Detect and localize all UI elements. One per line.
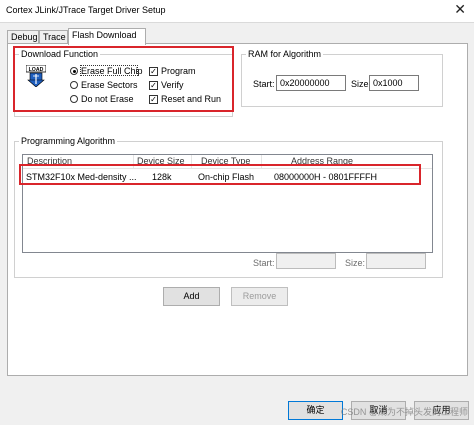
tab-trace[interactable]: Trace [39, 30, 68, 44]
tab-label: Flash Download [72, 30, 137, 40]
ram-start-input[interactable]: 0x20000000 [276, 75, 346, 91]
watermark: CSDN @成为不掉头发的工程师 [340, 407, 468, 417]
window-title: Cortex JLink/JTrace Target Driver Setup [6, 5, 166, 15]
flash-download-page: Download Function LOAD Erase Full Chip E… [7, 43, 468, 376]
algo-start-input[interactable] [276, 253, 336, 269]
algo-size-input[interactable] [366, 253, 426, 269]
tab-debug[interactable]: Debug [7, 30, 39, 44]
remove-button[interactable]: Remove [231, 287, 288, 306]
tab-flash-download[interactable]: Flash Download [68, 28, 146, 45]
ok-button[interactable]: 确定 [288, 401, 343, 420]
dialog-body: Debug Trace Flash Download Download Func… [0, 22, 474, 425]
algo-start-label: Start: [253, 258, 275, 268]
highlight-algorithm-row [19, 164, 421, 185]
ram-legend: RAM for Algorithm [248, 49, 322, 59]
highlight-download-function [13, 46, 234, 112]
programming-algorithm-legend: Programming Algorithm [21, 136, 116, 146]
ram-size-input[interactable]: 0x1000 [369, 75, 419, 91]
ram-start-label: Start: [253, 79, 275, 89]
close-icon[interactable]: ✕ [454, 2, 466, 18]
algo-size-label: Size: [345, 258, 366, 268]
add-button[interactable]: Add [163, 287, 220, 306]
tab-label: Trace [43, 32, 66, 42]
tab-label: Debug [11, 32, 38, 42]
ram-size-label: Size: [351, 79, 372, 89]
title-bar: Cortex JLink/JTrace Target Driver Setup … [0, 0, 474, 22]
